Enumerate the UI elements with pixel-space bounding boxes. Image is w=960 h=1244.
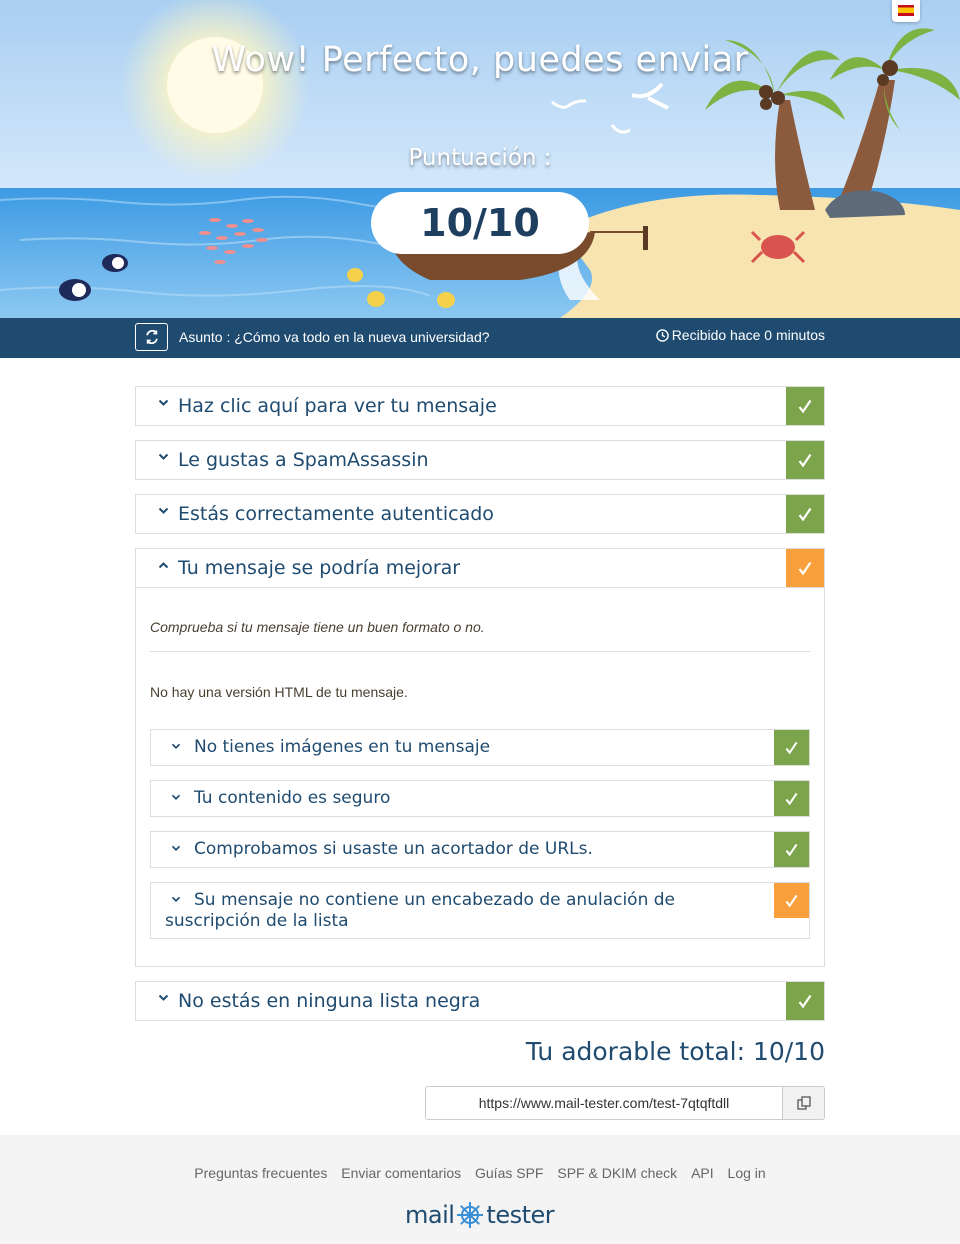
check-icon [785, 741, 798, 754]
footer-link-spf-guides[interactable]: Guías SPF [475, 1165, 543, 1181]
ship-wheel-icon [457, 1202, 484, 1228]
panel-message-improvements: Tu mensaje se podría mejorar Comprueba s… [135, 548, 825, 967]
logo-text-left: mail [405, 1201, 455, 1229]
panel-header[interactable]: Le gustas a SpamAssassin [136, 441, 824, 479]
spain-flag-icon [898, 5, 914, 16]
chevron-up-icon [158, 562, 169, 569]
status-ok-badge [786, 387, 824, 425]
check-icon [785, 843, 798, 856]
mail-tester-logo[interactable]: mail tester [405, 1199, 555, 1231]
panel-blacklist[interactable]: No estás en ninguna lista negra [135, 981, 825, 1021]
check-safe-content[interactable]: Tu contenido es seguro [150, 780, 810, 817]
chevron-down-icon [171, 743, 181, 750]
footer: Preguntas frecuentes Enviar comentarios … [0, 1135, 960, 1244]
share-url-input[interactable] [426, 1087, 782, 1119]
check-title-text: Tu contenido es seguro [194, 788, 391, 808]
chevron-down-icon [158, 453, 169, 460]
check-icon [785, 792, 798, 805]
status-ok-badge [774, 832, 809, 867]
panel-title: No estás en ninguna lista negra [178, 990, 481, 1012]
panel-spamassassin[interactable]: Le gustas a SpamAssassin [135, 440, 825, 480]
check-title-text: No tienes imágenes en tu mensaje [194, 737, 491, 757]
chevron-down-icon [171, 845, 181, 852]
check-icon [798, 453, 812, 467]
copy-icon [796, 1096, 811, 1110]
chevron-down-icon [171, 794, 181, 801]
score-label: Puntuación : [408, 145, 552, 171]
clock-icon [655, 328, 669, 342]
check-title: No tienes imágenes en tu mensaje [165, 737, 775, 758]
panel-title: Tu mensaje se podría mejorar [178, 557, 461, 579]
panel-intro: Comprueba si tu mensaje tiene un buen fo… [150, 588, 810, 652]
subject-bar: Asunto : ¿Cómo va todo en la nueva unive… [0, 318, 960, 358]
check-images[interactable]: No tienes imágenes en tu mensaje [150, 729, 810, 766]
footer-link-api[interactable]: API [691, 1165, 714, 1181]
chevron-down-icon [158, 507, 169, 514]
panel-header[interactable]: Estás correctamente autenticado [136, 495, 824, 533]
footer-links: Preguntas frecuentes Enviar comentarios … [0, 1165, 960, 1181]
share-url-group [425, 1086, 825, 1120]
panel-title: Haz clic aquí para ver tu mensaje [178, 395, 497, 417]
status-ok-badge [786, 982, 824, 1020]
panel-note: No hay una versión HTML de tu mensaje. [150, 684, 408, 700]
panel-view-message[interactable]: Haz clic aquí para ver tu mensaje [135, 386, 825, 426]
total-score: Tu adorable total: 10/10 [525, 1037, 825, 1066]
email-subject: Asunto : ¿Cómo va todo en la nueva unive… [179, 329, 490, 345]
status-ok-badge [774, 730, 809, 765]
check-icon [798, 399, 812, 413]
panel-authentication[interactable]: Estás correctamente autenticado [135, 494, 825, 534]
panel-title: Estás correctamente autenticado [178, 503, 494, 525]
status-warning-badge [786, 549, 824, 587]
received-time: Recibido hace 0 minutos [655, 327, 825, 343]
check-url-shortener[interactable]: Comprobamos si usaste un acortador de UR… [150, 831, 810, 868]
check-icon [798, 507, 812, 521]
panel-header[interactable]: Haz clic aquí para ver tu mensaje [136, 387, 824, 425]
logo-text-right: tester [486, 1201, 555, 1229]
hero-banner: Wow! Perfecto, puedes enviar Puntuación … [0, 0, 960, 318]
panel-body: Comprueba si tu mensaje tiene un buen fo… [136, 587, 824, 966]
check-title-text: Comprobamos si usaste un acortador de UR… [194, 839, 593, 859]
panel-header[interactable]: Tu mensaje se podría mejorar [136, 549, 824, 587]
chevron-down-icon [171, 896, 181, 903]
check-title: Comprobamos si usaste un acortador de UR… [165, 839, 775, 860]
check-title-text: Su mensaje no contiene un encabezado de … [165, 890, 676, 931]
refresh-icon [145, 330, 158, 344]
check-title: Su mensaje no contiene un encabezado de … [165, 890, 775, 932]
score-value: 10/10 [371, 192, 589, 254]
chevron-down-icon [158, 994, 169, 1001]
refresh-button[interactable] [135, 323, 168, 351]
check-icon [798, 994, 812, 1008]
page-title: Wow! Perfecto, puedes enviar [211, 40, 749, 80]
check-icon [785, 894, 798, 907]
check-icon [798, 561, 812, 575]
footer-link-feedback[interactable]: Enviar comentarios [341, 1165, 461, 1181]
status-warning-badge [774, 883, 809, 918]
received-text: Recibido hace 0 minutos [671, 327, 825, 343]
panel-title: Le gustas a SpamAssassin [178, 449, 429, 471]
footer-link-faq[interactable]: Preguntas frecuentes [194, 1165, 327, 1181]
footer-link-spf-dkim[interactable]: SPF & DKIM check [557, 1165, 677, 1181]
copy-url-button[interactable] [782, 1087, 824, 1119]
status-ok-badge [774, 781, 809, 816]
footer-link-login[interactable]: Log in [728, 1165, 766, 1181]
status-ok-badge [786, 495, 824, 533]
check-unsubscribe-header[interactable]: Su mensaje no contiene un encabezado de … [150, 882, 810, 939]
check-title: Tu contenido es seguro [165, 788, 775, 809]
panel-header[interactable]: No estás en ninguna lista negra [136, 982, 824, 1020]
chevron-down-icon [158, 399, 169, 406]
language-selector[interactable] [892, 0, 920, 22]
status-ok-badge [786, 441, 824, 479]
